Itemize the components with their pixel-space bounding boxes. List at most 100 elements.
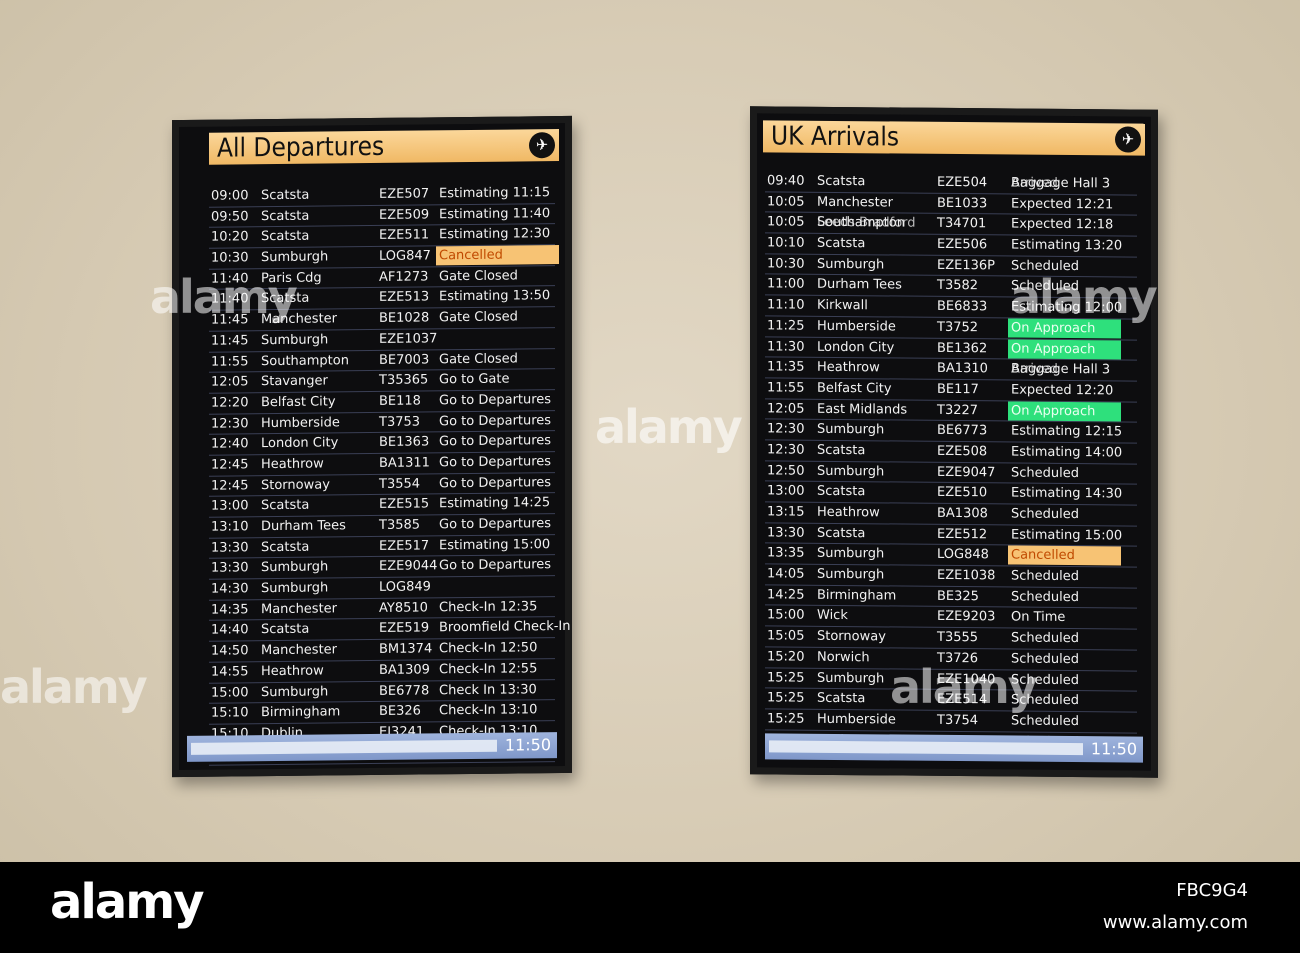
flight-number: EZE504 (937, 174, 988, 191)
flight-time: 11:25 (767, 318, 805, 334)
flight-time: 11:55 (767, 380, 805, 396)
destination: Scatsta (261, 208, 310, 224)
flight-status: Check-In 12:35 (439, 599, 538, 616)
flight-status: Go to Departures (439, 433, 552, 450)
arrivals-footer: 11:50 (765, 733, 1143, 763)
flight-number: EZE508 (937, 443, 988, 460)
destination: Scatsta (261, 187, 310, 204)
destination: Scatsta (261, 539, 310, 555)
watermark-logo: alamy (0, 660, 148, 714)
flight-number: BE326 (379, 703, 421, 720)
flight-time: 14:55 (211, 664, 249, 680)
flight-status: Scheduled (1011, 630, 1079, 647)
flight-number: EZE136P (937, 257, 995, 274)
flight-time: 12:05 (767, 400, 805, 417)
destination: Sumburgh (817, 670, 885, 686)
flight-number: BE7003 (379, 351, 430, 368)
destination: Belfast City (261, 394, 336, 411)
flight-time: 11:00 (767, 276, 805, 293)
flight-status: Go to Departures (439, 516, 552, 533)
flight-number: BE1028 (379, 310, 430, 327)
flight-number: LOG849 (379, 579, 431, 595)
flight-number: LOG847 (379, 248, 431, 264)
flight-number: BE118 (379, 393, 421, 409)
destination: London City (817, 339, 895, 355)
flight-time: 13:00 (767, 483, 805, 500)
flight-number: AY8510 (379, 600, 428, 616)
destination: Birmingham (817, 587, 897, 604)
flight-number: EZE1037 (379, 331, 438, 347)
destination: Heathrow (261, 456, 324, 473)
destination: Durham Tees (817, 277, 902, 293)
flight-number: AF1273 (379, 269, 429, 285)
destination: Heathrow (817, 359, 880, 376)
flight-time: 13:35 (767, 545, 805, 562)
flight-time: 15:25 (767, 690, 805, 706)
destination: Belfast City (817, 380, 892, 397)
destination: Stornoway (261, 477, 330, 493)
flight-number: BM1374 (379, 641, 433, 658)
destination: Sumburgh (817, 422, 885, 438)
destination: Norwich (817, 649, 870, 666)
flight-time: 15:25 (767, 711, 805, 727)
arrivals-header: UK Arrivals ✈ (763, 120, 1145, 156)
flight-number: EZE1038 (937, 567, 996, 584)
flight-status: Scheduled (1011, 568, 1079, 585)
flight-time: 15:25 (767, 669, 805, 686)
departures-footer: 11:50 (187, 732, 557, 762)
destination: Heathrow (261, 663, 324, 679)
flight-number: EZE9047 (937, 464, 996, 480)
flight-number: EZE9203 (937, 609, 996, 625)
flight-time: 15:00 (211, 684, 249, 701)
destination: Humberside (817, 318, 896, 335)
flight-number: EZE515 (379, 496, 430, 513)
image-id: FBC9G4 (1176, 880, 1248, 901)
flight-status: Expected 12:20 (1011, 382, 1114, 399)
flight-status: Scheduled (1011, 589, 1079, 605)
flight-status: Gate Closed (439, 309, 518, 326)
destination: Scatsta (817, 442, 866, 459)
flight-status: Estimating 11:40 (439, 205, 551, 222)
flight-number: BE1363 (379, 434, 430, 451)
ticker-bar (191, 739, 497, 755)
flight-number: T3582 (937, 278, 979, 294)
destination: Scatsta (817, 235, 866, 252)
destination: East Midlands (817, 401, 908, 418)
flight-status: Gate Closed (439, 350, 518, 367)
flight-status: Estimating 11:15 (439, 185, 551, 202)
watermark-logo: alamy (890, 660, 1038, 714)
flight-time: 14:50 (211, 643, 249, 659)
destination: Humberside (261, 414, 340, 431)
destination: Manchester (261, 642, 338, 659)
destination: Scatsta (817, 484, 866, 500)
flight-time: 11:45 (211, 333, 249, 349)
flight-time: 12:45 (211, 457, 249, 473)
destination: Sumburgh (817, 256, 885, 273)
flight-number: BE6778 (379, 682, 430, 699)
flight-time: 14:25 (767, 587, 805, 603)
destination: Sumburgh (817, 566, 885, 583)
flight-status: Estimating 14:30 (1011, 485, 1123, 502)
flight-time: 13:30 (211, 539, 249, 556)
flight-time: 13:00 (211, 498, 249, 514)
destination: Scatsta (261, 497, 310, 514)
flight-time: 13:10 (211, 519, 249, 535)
destination: Durham Tees (261, 518, 346, 535)
flight-number: BA1310 (937, 361, 988, 377)
flight-status: Scheduled (1011, 506, 1079, 523)
flight-time: 10:05 (767, 214, 805, 231)
flight-time: 13:30 (211, 560, 249, 577)
site-url: www.alamy.com (1102, 912, 1248, 933)
destination: Manchester (817, 194, 894, 211)
destination: Scatsta (817, 690, 866, 707)
watermark-logo: alamy (150, 270, 298, 324)
flight-number: T3752 (937, 319, 979, 336)
flight-number: EZE512 (937, 526, 988, 542)
destination: Humberside (817, 711, 896, 728)
flight-time: 11:55 (211, 353, 249, 370)
flight-status-overlay: Arrived (1011, 175, 1058, 191)
flight-status: Go to Departures (439, 474, 552, 491)
flight-number: EZE510 (937, 485, 988, 501)
destination: Stavanger (261, 373, 328, 390)
watermark-logo: alamy (1010, 270, 1158, 324)
